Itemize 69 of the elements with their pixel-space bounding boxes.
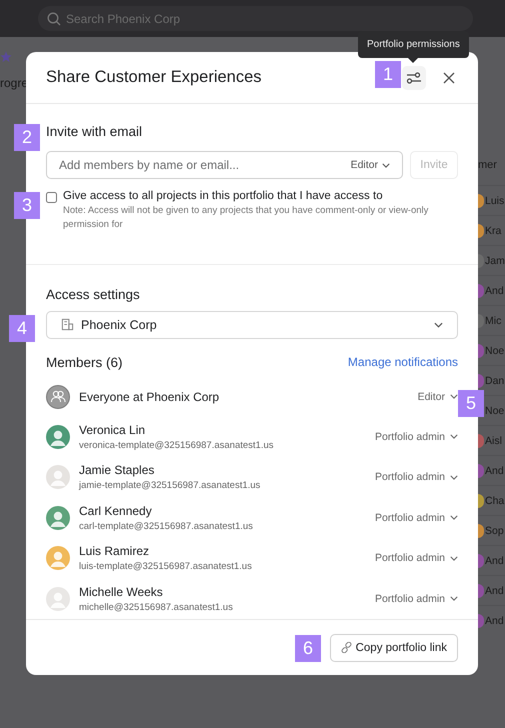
member-email: michelle@325156987.asanatest1.us bbox=[79, 602, 234, 613]
member-name: Michelle Weeks bbox=[79, 584, 164, 599]
manage-notifications-link[interactable]: Manage notifications bbox=[348, 355, 458, 369]
chevron-icon bbox=[450, 474, 458, 480]
chevron-icon bbox=[434, 322, 443, 328]
sliders-icon bbox=[406, 72, 422, 84]
step-number: 6 bbox=[295, 635, 321, 662]
owner-name: And bbox=[485, 554, 504, 566]
access-dropdown[interactable]: Phoenix Corp bbox=[46, 311, 458, 338]
step-number: 1 bbox=[375, 61, 401, 88]
owner-name: Jam bbox=[485, 254, 505, 266]
role-dropdown[interactable]: Portfolio admin bbox=[374, 592, 458, 605]
owner-name: Sop bbox=[485, 524, 504, 536]
invite-field[interactable]: Add members by name or email... Editor bbox=[46, 151, 403, 179]
member-email: luis-template@325156987.asanatest1.us bbox=[79, 561, 253, 572]
owner-name: Noe bbox=[485, 344, 504, 356]
owner-name: And bbox=[485, 614, 504, 626]
step-number: 4 bbox=[9, 315, 35, 342]
owner-name: Mic bbox=[485, 314, 502, 326]
members-heading: Members (6) bbox=[46, 354, 123, 370]
star-icon bbox=[0, 51, 12, 63]
building-icon bbox=[61, 318, 74, 332]
copy-link-button[interactable]: Copy portfolio link bbox=[330, 634, 458, 662]
owner-name: Noe bbox=[485, 404, 504, 416]
chevron-icon bbox=[382, 162, 390, 168]
owner-name: Cha bbox=[485, 494, 504, 506]
role-dropdown[interactable]: Editor bbox=[418, 390, 458, 402]
note-text: Note: Access will not be given to any projects that you have comment-only or view-only permission for bbox=[63, 204, 430, 232]
checkbox-label: Give access to all projects in this portfolio that I have access to bbox=[63, 190, 384, 202]
owner-name: Aisl bbox=[485, 434, 502, 446]
chevron-icon bbox=[450, 394, 458, 399]
member-name: Everyone at Phoenix Corp bbox=[79, 390, 220, 404]
chevron-icon bbox=[450, 556, 458, 561]
member-name: Luis Ramirez bbox=[79, 544, 150, 558]
tooltip-pointer bbox=[408, 58, 418, 63]
role-dropdown[interactable]: Portfolio admin bbox=[374, 552, 458, 564]
checkbox[interactable] bbox=[46, 192, 57, 203]
role-dropdown[interactable]: Editor bbox=[350, 159, 390, 171]
owner-name: Kra bbox=[485, 224, 502, 236]
section-heading: Invite with email bbox=[46, 124, 144, 139]
search-icon bbox=[47, 12, 61, 26]
owner-name: And bbox=[485, 284, 504, 296]
dialog-title: Share Customer Experiences bbox=[46, 68, 262, 87]
member-email: carl-template@325156987.asanatest1.us bbox=[79, 520, 254, 532]
owner-name: And bbox=[485, 464, 504, 476]
member-name: Jamie Staples bbox=[79, 463, 156, 478]
owner-name: Dan bbox=[485, 374, 504, 386]
member-email: jamie-template@325156987.asanatest1.us bbox=[79, 480, 262, 492]
member-name: Carl Kennedy bbox=[79, 504, 153, 518]
owner-name: Luis bbox=[485, 194, 504, 206]
step-number: 2 bbox=[14, 124, 40, 151]
group-icon bbox=[46, 384, 70, 408]
role-dropdown[interactable]: Portfolio admin bbox=[374, 512, 458, 524]
member-email: veronica-template@325156987.asanatest1.us bbox=[79, 440, 274, 451]
link-icon bbox=[340, 642, 352, 653]
chevron-icon bbox=[450, 596, 458, 602]
role-dropdown[interactable]: Portfolio admin bbox=[374, 471, 458, 484]
chevron-icon bbox=[450, 434, 458, 440]
step-number: 3 bbox=[14, 192, 40, 219]
step-number: 5 bbox=[458, 390, 484, 417]
permissions-button[interactable] bbox=[402, 66, 426, 90]
column-header: mer bbox=[478, 159, 498, 173]
owner-name: And bbox=[485, 584, 504, 596]
close-icon bbox=[443, 72, 455, 84]
role-dropdown[interactable]: Portfolio admin bbox=[374, 430, 458, 443]
section-heading: Access settings bbox=[46, 287, 141, 302]
member-name: Veronica Lin bbox=[79, 422, 146, 437]
search-field[interactable]: Search Phoenix Corp bbox=[38, 6, 473, 31]
chevron-icon bbox=[450, 515, 458, 520]
